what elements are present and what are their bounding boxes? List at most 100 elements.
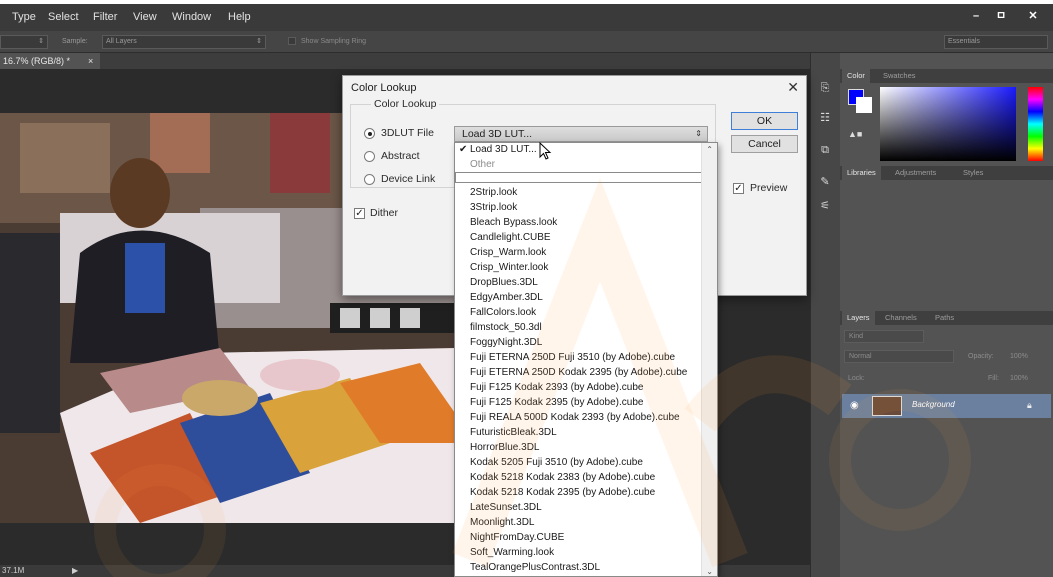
eye-icon[interactable]: ◉ [850, 400, 859, 411]
minimize-button[interactable]: – [965, 9, 987, 24]
radio-abstract-label: Abstract [381, 150, 420, 162]
dropdown-item[interactable]: HorrorBlue.3DL [470, 442, 539, 453]
dropdown-item[interactable]: Moonlight.3DL [470, 517, 534, 528]
fill-value[interactable]: 100% [1010, 375, 1028, 382]
tab-adjustments[interactable]: Adjustments [890, 166, 941, 180]
close-window-button[interactable]: ✕ [1022, 9, 1044, 24]
properties-icon[interactable]: ☷ [817, 111, 833, 125]
workspace-select[interactable]: Essentials [944, 35, 1048, 49]
document-tab-label: 16.7% (RGB/8) * [3, 56, 71, 66]
dropdown-item[interactable]: Kodak 5218 Kodak 2395 (by Adobe).cube [470, 487, 655, 498]
background-color-swatch[interactable] [856, 97, 872, 113]
tab-swatches[interactable]: Swatches [878, 69, 921, 83]
tab-color[interactable]: Color [842, 69, 870, 83]
chevron-updown-icon: ⇕ [695, 129, 702, 138]
lut-dropdown-list[interactable]: ✔ Load 3D LUT... Other 2Strip.look 3Strip… [454, 142, 718, 577]
dropdown-item-other: Other [470, 159, 496, 170]
radio-device-link[interactable] [364, 174, 375, 185]
dropdown-item[interactable]: 3Strip.look [470, 202, 517, 213]
tab-paths[interactable]: Paths [930, 311, 959, 325]
select-value: Load 3D LUT... [462, 128, 533, 140]
layer-thumbnail [872, 396, 902, 416]
show-ring-checkbox[interactable] [288, 37, 296, 45]
brush-icon[interactable]: ✎ [817, 175, 833, 189]
dropdown-item[interactable]: Fuji F125 Kodak 2395 (by Adobe).cube [470, 397, 643, 408]
close-tab-icon[interactable]: × [88, 53, 93, 69]
radio-3dlut-file[interactable] [364, 128, 375, 139]
dropdown-item[interactable]: Kodak 5218 Kodak 2383 (by Adobe).cube [470, 472, 655, 483]
workspace-value: Essentials [948, 38, 980, 45]
status-menu-arrow[interactable]: ▶ [72, 565, 78, 577]
dropdown-item[interactable]: filmstock_50.3dl [470, 322, 542, 333]
libraries-panel-tabs: Libraries Adjustments Styles [840, 166, 1053, 180]
history-icon[interactable]: ⎘ [817, 81, 833, 95]
mouse-cursor-icon [539, 142, 552, 160]
group-label: Color Lookup [371, 98, 440, 110]
blend-mode-value: Normal [849, 353, 872, 360]
dropdown-item[interactable]: Fuji F125 Kodak 2393 (by Adobe).cube [470, 382, 643, 393]
dropdown-item[interactable]: Crisp_Warm.look [470, 247, 546, 258]
dropdown-item[interactable]: TealOrangePlusContrast.3DL [470, 562, 600, 573]
scroll-down-icon[interactable]: ⌄ [706, 567, 713, 576]
menu-select[interactable]: Select [48, 11, 79, 23]
dropdown-item[interactable]: Fuji ETERNA 250D Kodak 2395 (by Adobe).c… [470, 367, 687, 378]
menu-view[interactable]: View [133, 11, 157, 23]
lock-label: Lock: [848, 375, 865, 382]
dropdown-item-load[interactable]: Load 3D LUT... [470, 144, 537, 155]
dropdown-scrollbar[interactable]: ⌃ ⌄ [701, 143, 717, 576]
tab-libraries[interactable]: Libraries [842, 166, 881, 180]
dither-checkbox[interactable]: ✓ [354, 208, 365, 219]
sample-layers-select[interactable]: All Layers ⇕ [102, 35, 266, 49]
cancel-button[interactable]: Cancel [731, 135, 798, 153]
tab-channels[interactable]: Channels [880, 311, 922, 325]
chevron-down-icon: ⇕ [38, 38, 44, 45]
adjust-icon[interactable]: ⚟ [817, 199, 833, 213]
menu-type[interactable]: Type [12, 11, 36, 23]
menu-window[interactable]: Window [172, 11, 211, 23]
ok-button[interactable]: OK [731, 112, 798, 130]
layers-panel-tabs: Layers Channels Paths [840, 311, 1053, 325]
dropdown-item[interactable]: Crisp_Winter.look [470, 262, 548, 273]
document-tab[interactable]: 16.7% (RGB/8) * × [0, 53, 100, 69]
chevron-down-icon: ⇕ [256, 38, 262, 45]
layer-name[interactable]: Background [912, 400, 955, 409]
scroll-up-icon[interactable]: ⌃ [706, 145, 713, 154]
layer-filter-select[interactable]: Kind [844, 330, 924, 343]
dropdown-item[interactable]: NightFromDay.CUBE [470, 532, 564, 543]
dropdown-item[interactable]: DropBlues.3DL [470, 277, 538, 288]
opacity-value[interactable]: 100% [1010, 353, 1028, 360]
show-ring-label: Show Sampling Ring [301, 38, 366, 45]
dropdown-item[interactable]: Fuji REALA 500D Kodak 2393 (by Adobe).cu… [470, 412, 680, 423]
sample-size-select[interactable]: ⇕ [0, 35, 48, 49]
preview-checkbox[interactable]: ✓ [733, 183, 744, 194]
dropdown-item[interactable]: FuturisticBleak.3DL [470, 427, 557, 438]
dropdown-item[interactable]: EdgyAmber.3DL [470, 292, 543, 303]
gamut-warning-icon: ▲■ [848, 129, 863, 139]
tab-styles[interactable]: Styles [958, 166, 988, 180]
radio-abstract[interactable] [364, 151, 375, 162]
preview-label: Preview [750, 182, 788, 194]
status-doc-size: 37.1M [2, 566, 25, 575]
color-field[interactable] [880, 87, 1016, 161]
blend-mode-select[interactable]: Normal [844, 350, 954, 363]
dropdown-item[interactable]: LateSunset.3DL [470, 502, 542, 513]
tab-layers[interactable]: Layers [842, 311, 875, 325]
dropdown-item[interactable]: Fuji ETERNA 250D Fuji 3510 (by Adobe).cu… [470, 352, 675, 363]
menu-help[interactable]: Help [228, 11, 251, 23]
dropdown-item[interactable]: Soft_Warming.look [470, 547, 554, 558]
dropdown-item[interactable]: Candlelight.CUBE [470, 232, 551, 243]
opacity-label: Opacity: [968, 353, 994, 360]
layer-row-background[interactable]: ◉ Background 🔒︎ [842, 394, 1051, 418]
3dlut-file-select[interactable]: Load 3D LUT... ⇕ [454, 126, 708, 142]
dropdown-item[interactable]: FoggyNight.3DL [470, 337, 542, 348]
dropdown-item[interactable]: 2Strip.look [470, 187, 517, 198]
options-bar: ⇕ Sample: All Layers ⇕ Show Sampling Ring… [0, 31, 1053, 53]
dropdown-item[interactable]: Bleach Bypass.look [470, 217, 557, 228]
hue-slider[interactable] [1028, 87, 1043, 161]
menu-filter[interactable]: Filter [93, 11, 117, 23]
close-icon[interactable]: ✕ [787, 79, 799, 96]
dropdown-item[interactable]: Kodak 5205 Fuji 3510 (by Adobe).cube [470, 457, 643, 468]
layer-comps-icon[interactable]: ⧉ [817, 143, 833, 157]
restore-button[interactable]: ㅁ [990, 9, 1012, 24]
dropdown-item[interactable]: FallColors.look [470, 307, 536, 318]
